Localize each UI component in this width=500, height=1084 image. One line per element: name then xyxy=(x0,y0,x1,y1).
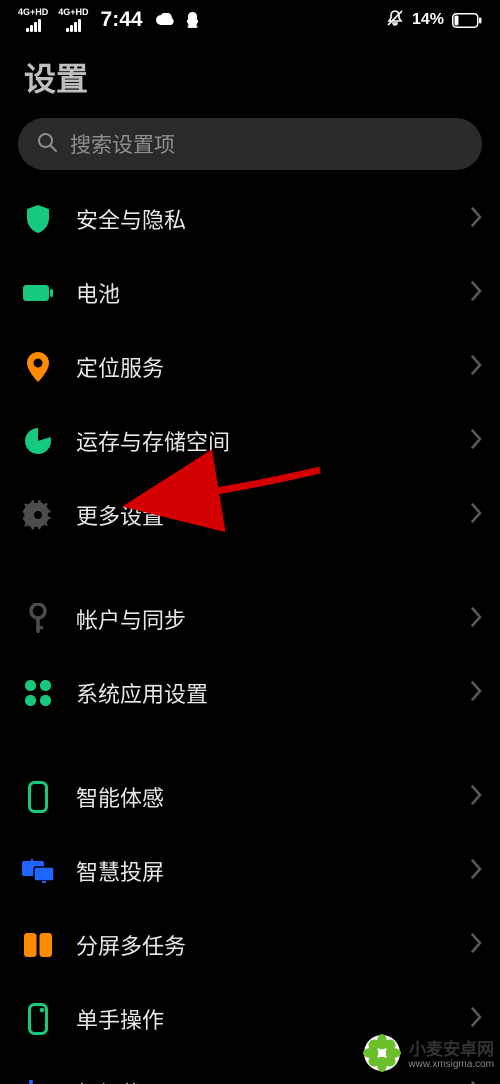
settings-item-location[interactable]: 定位服务 xyxy=(0,330,500,404)
settings-item-battery[interactable]: 电池 xyxy=(0,256,500,330)
status-left: 4G+HD 4G+HD 7:44 xyxy=(18,8,200,32)
chevron-right-icon xyxy=(471,503,482,528)
clock: 7:44 xyxy=(101,8,143,32)
signal-1: 4G+HD xyxy=(18,8,48,32)
settings-item-label: 单手操作 xyxy=(76,1003,471,1035)
battery-pct: 14% xyxy=(412,11,444,29)
battery-icon xyxy=(452,13,482,28)
chevron-right-icon xyxy=(471,207,482,232)
settings-item-split-screen[interactable]: 分屏多任务 xyxy=(0,908,500,982)
shield-icon xyxy=(22,203,54,235)
pie-icon xyxy=(22,425,54,457)
settings-list: 安全与隐私 电池 定位服务 运存与存储空间 更多设置 帐户与同步 系统应用设置 xyxy=(0,182,500,1084)
settings-item-label: 系统应用设置 xyxy=(76,677,471,709)
settings-item-label: 运存与存储空间 xyxy=(76,425,471,457)
screens-icon xyxy=(22,855,54,887)
settings-item-label: 智能体感 xyxy=(76,781,471,813)
bell-off-icon xyxy=(386,9,404,31)
gear-icon xyxy=(22,499,54,531)
settings-item-system-apps[interactable]: 系统应用设置 xyxy=(0,656,500,730)
chevron-right-icon xyxy=(471,681,482,706)
settings-item-label: 更多设置 xyxy=(76,499,471,531)
group-separator xyxy=(0,730,500,760)
signal-2-label: 4G+HD xyxy=(58,8,88,17)
penguin-icon xyxy=(185,12,200,29)
signal-1-label: 4G+HD xyxy=(18,8,48,17)
chevron-right-icon xyxy=(471,785,482,810)
search-icon xyxy=(36,131,58,158)
crop-icon xyxy=(22,1077,54,1084)
key-icon xyxy=(22,603,54,635)
cloud-icon xyxy=(155,13,175,27)
page-title: 设置 xyxy=(0,36,500,118)
settings-item-label: 定位服务 xyxy=(76,351,471,383)
pin-icon xyxy=(22,351,54,383)
chevron-right-icon xyxy=(471,607,482,632)
chevron-right-icon xyxy=(471,859,482,884)
clover-icon xyxy=(22,677,54,709)
chevron-right-icon xyxy=(471,1081,482,1084)
phone-outline-icon xyxy=(22,781,54,813)
chevron-right-icon xyxy=(471,429,482,454)
signal-bars-icon xyxy=(66,19,81,32)
settings-item-label: 超级截屏 xyxy=(76,1077,471,1084)
settings-item-label: 电池 xyxy=(76,277,471,309)
search-placeholder: 搜索设置项 xyxy=(70,129,175,159)
chevron-right-icon xyxy=(471,355,482,380)
settings-item-label: 智慧投屏 xyxy=(76,855,471,887)
settings-item-label: 帐户与同步 xyxy=(76,603,471,635)
settings-item-accounts-sync[interactable]: 帐户与同步 xyxy=(0,582,500,656)
chevron-right-icon xyxy=(471,1007,482,1032)
chevron-right-icon xyxy=(471,933,482,958)
settings-item-smart-cast[interactable]: 智慧投屏 xyxy=(0,834,500,908)
settings-item-label: 安全与隐私 xyxy=(76,203,471,235)
split-icon xyxy=(22,929,54,961)
chevron-right-icon xyxy=(471,281,482,306)
watermark-url: www.xmsigma.com xyxy=(408,1059,494,1070)
search-input[interactable]: 搜索设置项 xyxy=(18,118,482,170)
settings-item-smart-motion[interactable]: 智能体感 xyxy=(0,760,500,834)
settings-item-security-privacy[interactable]: 安全与隐私 xyxy=(0,182,500,256)
status-bar: 4G+HD 4G+HD 7:44 14% xyxy=(0,0,500,36)
status-right: 14% xyxy=(386,9,482,31)
signal-2: 4G+HD xyxy=(58,8,88,32)
settings-item-storage[interactable]: 运存与存储空间 xyxy=(0,404,500,478)
battery-icon xyxy=(22,277,54,309)
settings-item-more-settings[interactable]: 更多设置 xyxy=(0,478,500,552)
watermark: 小麦安卓网 www.xmsigma.com xyxy=(362,1033,494,1078)
signal-bars-icon xyxy=(26,19,41,32)
phone-dot-icon xyxy=(22,1003,54,1035)
group-separator xyxy=(0,552,500,582)
watermark-text: 小麦安卓网 xyxy=(409,1041,494,1060)
watermark-logo-icon xyxy=(362,1033,402,1078)
settings-item-label: 分屏多任务 xyxy=(76,929,471,961)
